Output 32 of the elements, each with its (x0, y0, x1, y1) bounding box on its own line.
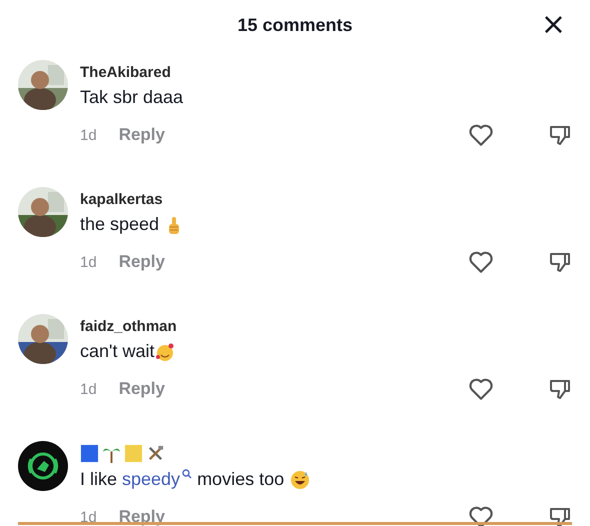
reply-button[interactable]: Reply (118, 125, 165, 145)
search-link[interactable]: speedy (122, 469, 192, 490)
close-button[interactable]: × (536, 10, 570, 40)
search-icon (182, 469, 192, 479)
comment-text: Tak sbr daaa (80, 87, 184, 108)
comment-time: 1d (80, 508, 97, 526)
thumbs-down-icon[interactable] (548, 377, 572, 401)
comment-text: the speed (80, 214, 186, 235)
comment-time: 1d (80, 380, 97, 398)
reply-button[interactable]: Reply (118, 379, 165, 399)
heart-icon[interactable] (468, 376, 494, 402)
thumbs-down-icon[interactable] (548, 505, 572, 526)
tile-emoji-icon (124, 444, 143, 463)
thumbs-down-icon[interactable] (548, 123, 572, 147)
heart-icon[interactable] (468, 504, 494, 526)
comments-title: 15 comments (237, 14, 353, 36)
smiley-icon (290, 470, 310, 490)
comment-text: can't wait (80, 341, 176, 362)
tools-icon (146, 444, 165, 463)
username[interactable]: kapalkertas (80, 191, 163, 208)
tile-emoji-icon (80, 444, 99, 463)
heart-icon[interactable] (468, 122, 494, 148)
reply-button[interactable]: Reply (118, 252, 165, 272)
comment-time: 1d (80, 126, 97, 144)
comment-time: 1d (80, 254, 97, 270)
avatar-logo-icon[interactable] (18, 441, 68, 491)
username[interactable]: TheAkibared (80, 64, 171, 81)
heart-icon[interactable] (468, 249, 494, 275)
comment-text: I like speedy movies too (80, 469, 310, 490)
username[interactable]: faidz_othman (80, 318, 177, 335)
heart-eyes-icon (155, 342, 176, 362)
thumbs-down-icon[interactable] (548, 250, 572, 274)
